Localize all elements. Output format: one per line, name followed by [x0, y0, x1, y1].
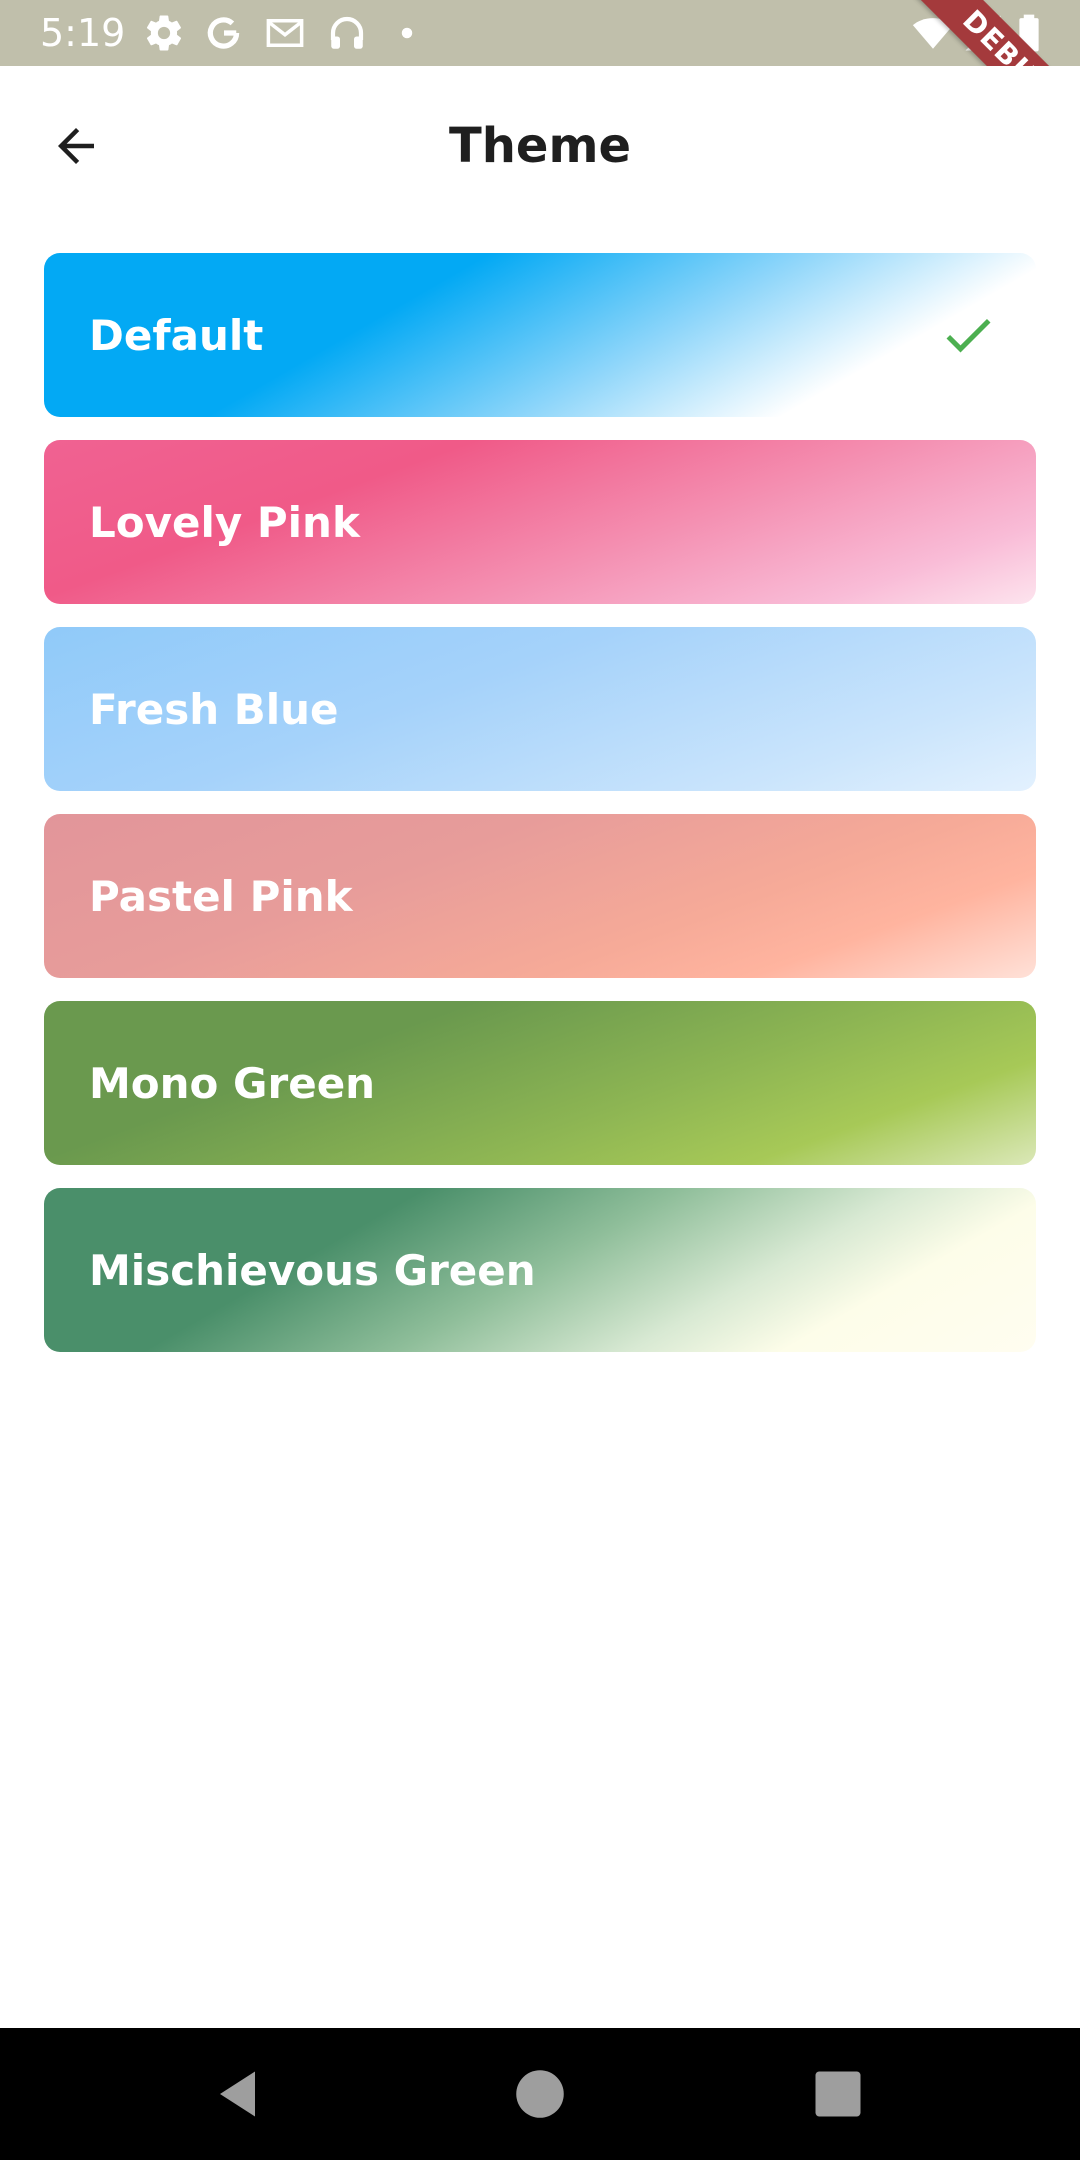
theme-option-mischievous-green[interactable]: Mischievous Green — [44, 1188, 1036, 1352]
dot-icon — [386, 12, 428, 54]
google-icon — [203, 12, 245, 54]
theme-option-mono-green[interactable]: Mono Green — [44, 1001, 1036, 1165]
navigation-bar — [0, 2028, 1080, 2160]
theme-option-default[interactable]: Default — [44, 253, 1036, 417]
nav-recents-button[interactable] — [808, 2064, 868, 2124]
gear-icon — [143, 12, 185, 54]
theme-option-fresh-blue[interactable]: Fresh Blue — [44, 627, 1036, 791]
screen: 5:19 DEBUG Theme Default Lovely Pink Fre… — [0, 0, 1080, 2160]
theme-option-pastel-pink[interactable]: Pastel Pink — [44, 814, 1036, 978]
nav-back-button[interactable] — [210, 2064, 270, 2124]
status-time: 5:19 — [40, 11, 126, 55]
theme-label: Fresh Blue — [89, 684, 339, 734]
theme-list: Default Lovely Pink Fresh Blue Pastel Pi… — [44, 253, 1036, 1375]
theme-label: Lovely Pink — [89, 497, 360, 547]
theme-label: Default — [89, 310, 264, 360]
home-circle-icon — [516, 2070, 564, 2118]
app-bar: Theme — [0, 66, 1080, 220]
status-bar: 5:19 — [0, 0, 1080, 66]
nav-home-button[interactable] — [510, 2064, 570, 2124]
back-triangle-icon — [220, 2071, 255, 2117]
check-icon — [938, 305, 998, 365]
theme-label: Mono Green — [89, 1058, 376, 1108]
theme-label: Pastel Pink — [89, 871, 353, 921]
page-title: Theme — [448, 118, 632, 174]
gmail-icon — [264, 12, 306, 54]
headphones-icon — [326, 12, 368, 54]
theme-option-lovely-pink[interactable]: Lovely Pink — [44, 440, 1036, 604]
recents-square-icon — [815, 2071, 861, 2117]
theme-label: Mischievous Green — [89, 1245, 536, 1295]
